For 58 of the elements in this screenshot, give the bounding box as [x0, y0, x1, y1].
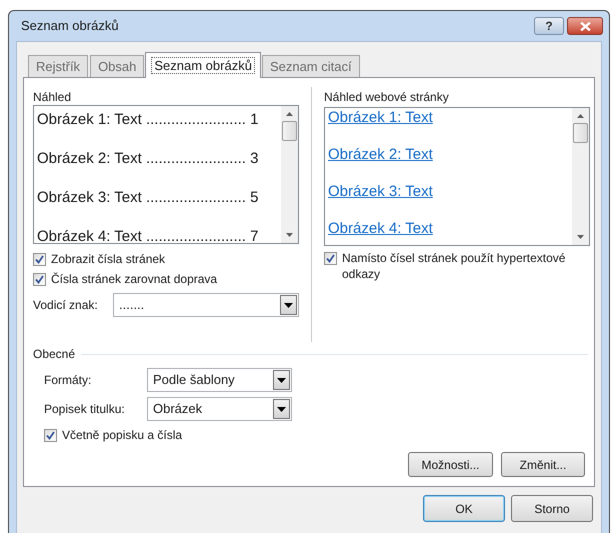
- scroll-down-icon[interactable]: [286, 233, 293, 237]
- caret-icon: [277, 378, 286, 382]
- preview-entry: Obrázek 1: Text ........................ 1: [36, 110, 260, 130]
- caret-icon: [284, 302, 293, 308]
- scroll-up-icon[interactable]: [286, 112, 293, 116]
- scroll-down-icon[interactable]: [577, 235, 584, 239]
- tab[interactable]: Rejstřík: [28, 55, 88, 77]
- button[interactable]: Možnosti...: [408, 452, 493, 477]
- scrollbar[interactable]: [572, 108, 589, 245]
- field-label: Formáty:: [44, 372, 92, 389]
- checkbox-label: Namísto čísel stránek použít hypertextové odkazy: [342, 250, 566, 282]
- checkbox[interactable]: [33, 252, 46, 266]
- checkbox[interactable]: [33, 272, 46, 286]
- dropdown[interactable]: Obrázek: [147, 397, 292, 421]
- dropdown-value: .......: [118, 296, 146, 314]
- dropdown[interactable]: Podle šablony: [147, 368, 292, 392]
- close-button[interactable]: [567, 17, 603, 35]
- scroll-thumb[interactable]: [282, 121, 297, 141]
- scroll-thumb[interactable]: [573, 123, 588, 143]
- group-title: Obecné: [33, 346, 76, 363]
- button[interactable]: Storno: [511, 495, 593, 522]
- check-icon: [326, 254, 335, 263]
- checkbox-label: Včetně popisku a čísla: [62, 427, 182, 443]
- caret-icon: [277, 406, 286, 412]
- preview-link[interactable]: Obrázek 1: Text: [328, 109, 433, 126]
- preview-link[interactable]: Obrázek 2: Text: [328, 146, 433, 163]
- checkbox[interactable]: [44, 428, 57, 442]
- check-icon: [35, 254, 44, 264]
- tab[interactable]: Obsah: [90, 55, 144, 77]
- tab[interactable]: Seznam citací: [262, 55, 360, 77]
- window-title: Seznam obrázků: [21, 17, 120, 36]
- preview-entry: Obrázek 4: Text ........................ 7: [36, 227, 260, 243]
- scrollbar[interactable]: [281, 106, 298, 243]
- button[interactable]: Změnit...: [501, 452, 585, 477]
- field-label: Vodicí znak:: [33, 297, 99, 314]
- button[interactable]: OK: [423, 495, 505, 522]
- dropdown[interactable]: .......: [113, 293, 299, 317]
- preview-entry: Obrázek 2: Text ........................ 3: [36, 149, 260, 169]
- checkbox-label: Čísla stránek zarovnat doprava: [51, 271, 218, 287]
- help-button[interactable]: ?: [534, 17, 564, 35]
- checkbox[interactable]: [324, 252, 337, 265]
- dropdown-button[interactable]: [280, 295, 297, 315]
- checkbox-label: Zobrazit čísla stránek: [51, 251, 166, 267]
- tab[interactable]: Seznam obrázků: [145, 52, 261, 78]
- preview-link[interactable]: Obrázek 4: Text: [328, 220, 433, 237]
- section-label: Náhled webové stránky: [324, 90, 450, 105]
- check-icon: [46, 430, 55, 440]
- dropdown-button[interactable]: [273, 399, 290, 419]
- dropdown-button[interactable]: [273, 370, 290, 390]
- scroll-up-icon[interactable]: [577, 114, 584, 118]
- close-icon: [580, 22, 590, 30]
- field-label: Popisek titulku:: [44, 401, 126, 418]
- check-icon: [35, 274, 44, 284]
- preview-entry: Obrázek 3: Text ........................ 5: [36, 188, 260, 208]
- section-label: Náhled: [33, 90, 72, 105]
- dropdown-value: Obrázek: [152, 400, 204, 418]
- dropdown-value: Podle šablony: [152, 371, 236, 390]
- preview-link[interactable]: Obrázek 3: Text: [328, 183, 433, 200]
